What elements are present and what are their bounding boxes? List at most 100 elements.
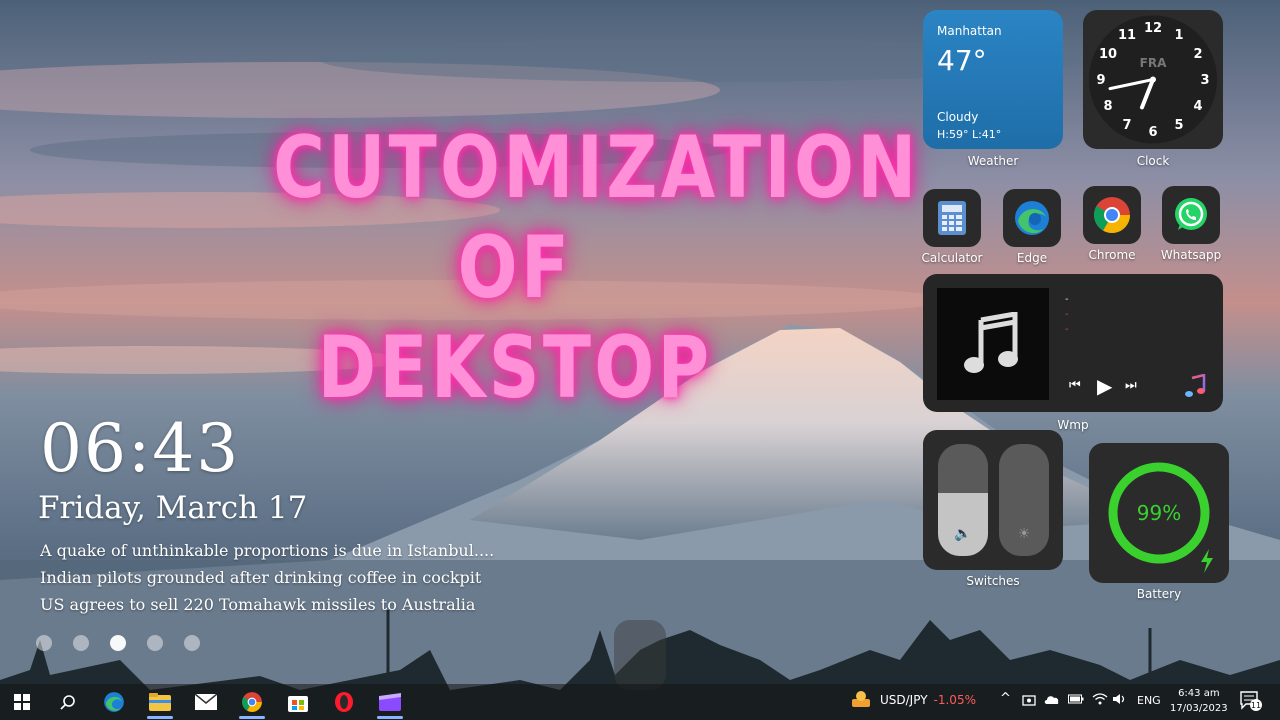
opera-icon	[335, 692, 353, 712]
start-button[interactable]	[8, 688, 36, 716]
battery-percent: 99%	[1136, 501, 1182, 525]
track-info: - - -	[1065, 292, 1069, 337]
switches-label: Switches	[966, 574, 1020, 588]
weather-city: Manhattan	[937, 24, 1002, 38]
headline-text: CUTOMIZATION OF DEKSTOP	[273, 118, 920, 418]
search-icon	[60, 695, 75, 710]
charging-bolt-icon	[1201, 549, 1213, 573]
track-album: -	[1065, 324, 1069, 335]
edge-label: Edge	[1016, 251, 1048, 265]
desktop-clock-time: 06:43	[40, 410, 241, 487]
language-indicator[interactable]: ENG	[1137, 694, 1161, 707]
clock-numeral: 4	[1193, 99, 1202, 114]
clock-numeral: 1	[1174, 28, 1183, 43]
news-headline[interactable]: Indian pilots grounded after drinking co…	[40, 567, 494, 594]
taskbar-mail[interactable]	[192, 688, 220, 716]
whatsapp-app-tile[interactable]	[1162, 186, 1220, 244]
ticker-change: -1.05%	[933, 693, 976, 707]
show-hidden-icons-button[interactable]: ^	[1000, 691, 1011, 706]
play-button[interactable]: ▶	[1097, 374, 1112, 398]
clock-numeral: 8	[1103, 99, 1112, 114]
taskbar-store[interactable]	[284, 688, 312, 716]
clock-numeral: 9	[1096, 73, 1105, 88]
page-dot-active[interactable]	[110, 635, 126, 651]
volume-slider[interactable]: 🔈	[938, 444, 988, 556]
clock-numeral: 11	[1118, 28, 1136, 43]
page-dot[interactable]	[184, 635, 200, 651]
wifi-icon[interactable]	[1092, 693, 1108, 708]
battery-widget[interactable]: 99%	[1089, 443, 1229, 583]
news-headline[interactable]: US agrees to sell 220 Tomahawk missiles …	[40, 594, 494, 621]
volume-icon[interactable]	[1112, 693, 1128, 708]
taskbar-clock[interactable]: 6:43 am 17/03/2023	[1170, 686, 1228, 716]
clock-numeral: 5	[1174, 118, 1183, 133]
next-track-button[interactable]: ⏭	[1125, 378, 1137, 393]
edge-app-tile[interactable]	[1003, 189, 1061, 247]
headline-line-1: CUTOMIZATION	[273, 118, 920, 218]
clock-numeral: 3	[1200, 73, 1209, 88]
taskbar: USD/JPY -1.05% ^ ENG 6:43 am 17/03/2023 1…	[0, 684, 1280, 720]
speaker-icon: 🔈	[954, 526, 972, 542]
taskbar-chrome[interactable]	[238, 688, 266, 716]
weather-high-low: H:59° L:41°	[937, 128, 1002, 141]
analog-clock-face: 12 12 3 45 6 78 9 1011 FRA	[1089, 15, 1217, 144]
page-dot[interactable]	[36, 635, 52, 651]
stock-ticker[interactable]: USD/JPY -1.05%	[880, 693, 976, 707]
chrome-icon	[1093, 197, 1130, 234]
clipchamp-icon	[379, 693, 401, 711]
ticker-symbol: USD/JPY	[880, 693, 928, 707]
chrome-label: Chrome	[1088, 248, 1136, 262]
desktop-clock-date: Friday, March 17	[38, 490, 308, 526]
clock-label: Clock	[1136, 154, 1170, 168]
onedrive-icon[interactable]	[1044, 693, 1060, 708]
track-artist: -	[1065, 309, 1069, 320]
notification-icon: 11	[1240, 691, 1262, 711]
screen-capture-icon[interactable]	[1022, 693, 1036, 710]
media-player-widget[interactable]: - - - ⏮ ▶ ⏭	[923, 274, 1223, 412]
clock-numeral: 7	[1122, 118, 1131, 133]
page-indicator	[36, 635, 200, 651]
weather-label: Weather	[967, 154, 1019, 168]
clock-widget[interactable]: 12 1 2 3 4 5 6 7 8 9 10 11 FRA	[1083, 10, 1223, 149]
clock-numeral: 6	[1148, 125, 1157, 140]
taskbar-opera[interactable]	[330, 688, 358, 716]
switches-widget: 🔈 ☀	[923, 430, 1063, 570]
store-icon	[288, 696, 308, 712]
previous-track-button[interactable]: ⏮	[1069, 378, 1081, 393]
music-note-icon	[964, 312, 1018, 373]
chrome-app-tile[interactable]	[1083, 186, 1141, 244]
search-button[interactable]	[54, 688, 82, 716]
mail-icon	[195, 694, 217, 710]
whatsapp-label: Whatsapp	[1160, 248, 1222, 262]
battery-label: Battery	[1136, 587, 1182, 601]
ghost-widget	[614, 620, 666, 690]
weather-widget[interactable]: Manhattan 47° Cloudy H:59° L:41°	[923, 10, 1063, 149]
clock-numeral: 2	[1193, 47, 1202, 62]
brightness-slider[interactable]: ☀	[999, 444, 1049, 556]
taskbar-clipchamp[interactable]	[376, 688, 404, 716]
page-dot[interactable]	[73, 635, 89, 651]
taskbar-date: 17/03/2023	[1170, 703, 1228, 714]
weather-temperature: 47°	[937, 44, 987, 77]
clock-numeral: 12	[1144, 21, 1162, 36]
notification-center-button[interactable]: 11	[1240, 691, 1262, 714]
news-headline[interactable]: A quake of unthinkable proportions is du…	[40, 540, 494, 567]
taskbar-file-explorer[interactable]	[146, 688, 174, 716]
file-explorer-icon	[149, 693, 171, 711]
active-app-indicator	[147, 716, 173, 719]
taskbar-time: 6:43 am	[1178, 688, 1220, 699]
headline-line-2: OF DEKSTOP	[317, 218, 713, 418]
taskbar-edge[interactable]	[100, 688, 128, 716]
weather-condition: Cloudy	[937, 110, 979, 124]
active-app-indicator	[239, 716, 265, 719]
news-feed: A quake of unthinkable proportions is du…	[40, 540, 494, 621]
edge-icon	[104, 692, 124, 712]
page-dot[interactable]	[147, 635, 163, 651]
calculator-label: Calculator	[921, 251, 983, 265]
calculator-icon	[938, 201, 966, 235]
power-battery-icon[interactable]	[1068, 693, 1084, 708]
chrome-icon	[242, 692, 262, 712]
active-app-indicator	[377, 716, 403, 719]
itunes-icon	[1185, 373, 1207, 402]
calculator-app-tile[interactable]	[923, 189, 981, 247]
